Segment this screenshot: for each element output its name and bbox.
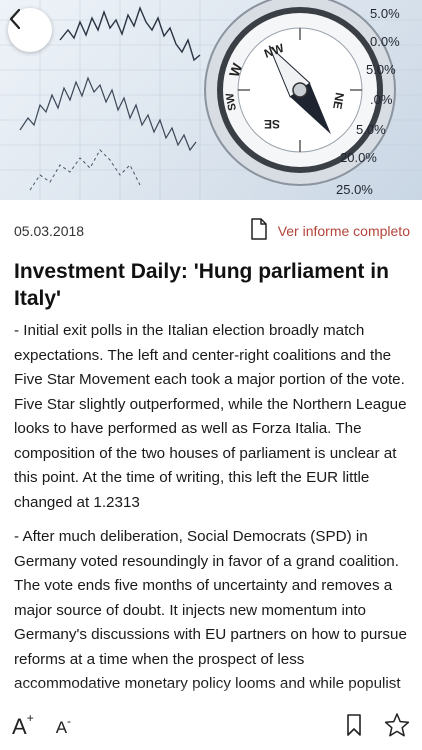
- hero-chart-illustration: NW W SW SE NE 5.0% 0.0% 5.0% .0% 5.0% 20…: [0, 0, 422, 200]
- article-paragraph: - After much deliberation, Social Democr…: [14, 528, 407, 692]
- full-report-link[interactable]: Ver informe completo: [250, 217, 410, 245]
- article-date: 05.03.2018: [14, 223, 85, 239]
- back-button[interactable]: [8, 8, 52, 52]
- article-body: - Initial exit polls in the Italian elec…: [14, 319, 412, 694]
- article-meta: 05.03.2018 Ver informe completo: [14, 216, 410, 246]
- article-paragraph: - Initial exit polls in the Italian elec…: [14, 322, 407, 511]
- full-report-label: Ver informe completo: [277, 223, 410, 239]
- hero-percent-label: 5.0%: [366, 62, 396, 77]
- compass-ne-label: NE: [330, 91, 347, 110]
- article-actions: [346, 712, 410, 743]
- bookmark-button[interactable]: [346, 713, 362, 742]
- increase-font-button[interactable]: A+: [12, 712, 34, 738]
- bookmark-icon: [346, 713, 362, 742]
- hero-percent-label: 25.0%: [336, 182, 373, 197]
- hero-percent-label: 0.0%: [370, 34, 400, 49]
- decrease-font-button[interactable]: A-: [56, 715, 71, 736]
- hero-percent-label: 20.0%: [340, 150, 377, 165]
- hero-percent-label: .0%: [370, 92, 393, 107]
- article-title: Investment Daily: 'Hung parliament in It…: [14, 260, 389, 310]
- hero-percent-label: 5.0%: [370, 6, 400, 21]
- hero-image: NW W SW SE NE 5.0% 0.0% 5.0% .0% 5.0% 20…: [0, 0, 422, 200]
- favorite-button[interactable]: [384, 712, 410, 743]
- document-icon: [250, 217, 268, 245]
- body-fade-overlay: [0, 684, 422, 704]
- star-icon: [384, 712, 410, 743]
- bottom-toolbar: A+ A-: [0, 704, 422, 750]
- font-size-controls: A+ A-: [12, 712, 71, 738]
- hero-percent-label: 5.0%: [356, 122, 386, 137]
- compass-se-label: SE: [264, 117, 280, 131]
